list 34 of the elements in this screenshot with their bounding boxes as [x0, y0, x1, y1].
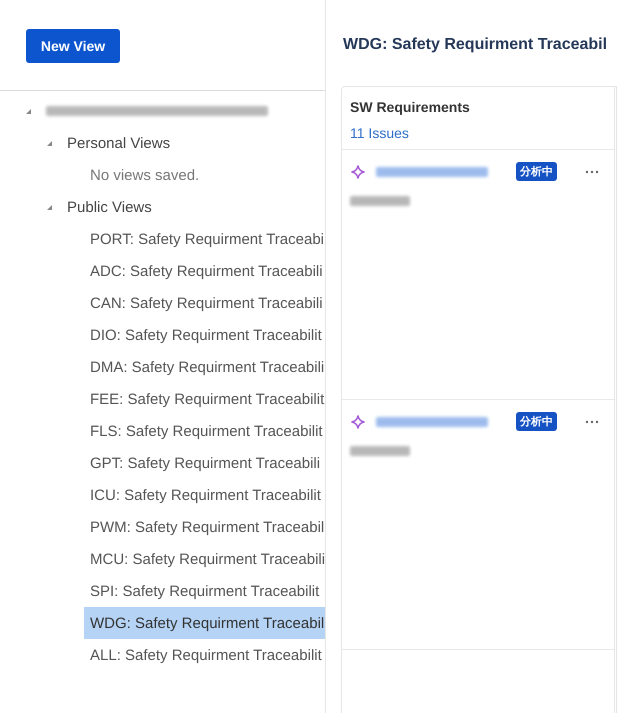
board-title: WDG: Safety Requirment Traceabil [343, 36, 608, 54]
more-icon[interactable] [585, 170, 599, 174]
status-badge: 分析中 [516, 162, 557, 181]
empty-message: No views saved. [90, 166, 200, 184]
view-item[interactable]: ALL: Safety Requirment Traceabilit [84, 639, 325, 671]
view-item[interactable]: DMA: Safety Requirment Traceabili [84, 351, 325, 383]
view-item[interactable]: ADC: Safety Requirment Traceabili [84, 255, 325, 287]
view-item[interactable]: PWM: Safety Requirment Traceabil [84, 511, 325, 543]
folder-label[interactable]: Public Views [67, 198, 152, 216]
sparkle-icon [350, 164, 366, 180]
expanded-icon[interactable] [46, 140, 53, 146]
new-view-button[interactable]: New View [26, 29, 120, 63]
view-item[interactable]: WDG: Safety Requirment Traceabil [84, 607, 325, 639]
more-icon[interactable] [585, 420, 599, 424]
view-item[interactable]: GPT: Safety Requirment Traceabili [84, 447, 325, 479]
issue-count[interactable]: 11 Issues [350, 125, 606, 141]
view-item[interactable]: FLS: Safety Requirment Traceabilit [84, 415, 325, 447]
folder-label[interactable]: Personal Views [67, 134, 170, 152]
view-item[interactable]: SPI: Safety Requirment Traceabilit [84, 575, 325, 607]
redacted-text [350, 446, 410, 456]
status-badge: 分析中 [516, 412, 557, 431]
view-item[interactable]: PORT: Safety Requirment Traceabi [84, 223, 325, 255]
view-item[interactable]: MCU: Safety Requirment Traceabili [84, 543, 325, 575]
expanded-icon[interactable] [25, 108, 32, 114]
issue-card[interactable]: 分析中 [342, 150, 614, 400]
sparkle-icon [350, 414, 366, 430]
view-item[interactable]: ICU: Safety Requirment Traceabilit [84, 479, 325, 511]
view-item[interactable]: CAN: Safety Requirment Traceabili [84, 287, 325, 319]
view-item[interactable]: DIO: Safety Requirment Traceabilit [84, 319, 325, 351]
column-name: SW Requirements [350, 99, 471, 115]
view-item[interactable]: FEE: Safety Requirment Traceabilit [84, 383, 325, 415]
redacted-text [350, 196, 410, 206]
expanded-icon[interactable] [46, 204, 53, 210]
issue-card[interactable]: 分析中 [342, 400, 614, 650]
